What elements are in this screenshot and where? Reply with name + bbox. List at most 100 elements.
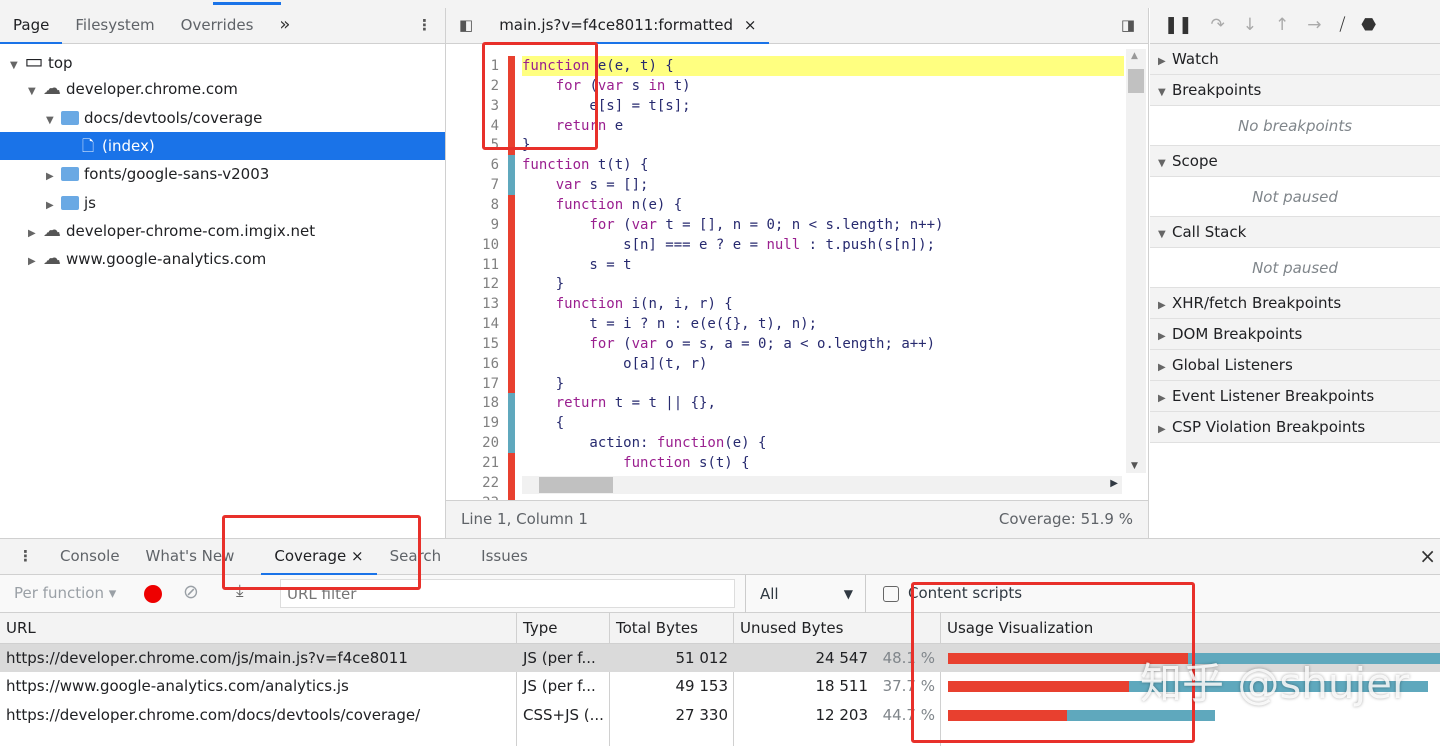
step-icon[interactable]: → (1299, 8, 1329, 44)
tree-item-label: (index) (102, 136, 155, 155)
line-number[interactable]: 15 (446, 334, 499, 354)
line-number[interactable]: 21 (446, 453, 499, 473)
folder-icon (60, 104, 80, 132)
tree-item[interactable]: ▼ ▭ top (0, 47, 445, 75)
tree-item[interactable]: ▼ docs/devtools/coverage (0, 104, 445, 132)
record-button[interactable] (144, 585, 162, 603)
code-text: s = t (522, 256, 632, 273)
tree-item[interactable]: ▶ ☁ www.google-analytics.com (0, 245, 445, 273)
tab-issues[interactable]: Issues (468, 539, 541, 575)
code-text: } (522, 276, 565, 293)
step-over-icon[interactable]: ↷ (1203, 8, 1233, 44)
line-number[interactable]: 10 (446, 235, 499, 255)
section-csp-violation-breakpoints[interactable]: ▶ CSP Violation Breakpoints (1150, 412, 1440, 443)
collapsed-arrow-icon[interactable]: ▶ (46, 192, 60, 220)
row-unused-bytes: 18 511 (815, 677, 869, 696)
tree-item-label: js (84, 193, 96, 212)
line-number[interactable]: 14 (446, 314, 499, 334)
unused-coverage-marker (508, 314, 515, 335)
line-number[interactable]: 8 (446, 195, 499, 215)
more-tabs-button[interactable]: » (266, 8, 303, 44)
collapsed-arrow-icon: ▶ (1158, 300, 1166, 311)
column-url[interactable]: URL (0, 613, 517, 643)
section-global-listeners[interactable]: ▶ Global Listeners (1150, 350, 1440, 381)
code-line: 15 for (var o = s, a = 0; a < o.length; … (446, 333, 1126, 354)
line-number[interactable]: 9 (446, 215, 499, 235)
tree-item-label: www.google-analytics.com (66, 250, 267, 269)
column-type[interactable]: Type (517, 613, 610, 643)
line-number[interactable]: 18 (446, 393, 499, 413)
more-options-icon[interactable]: ⋮ (404, 8, 445, 44)
line-number[interactable]: 12 (446, 274, 499, 294)
line-number[interactable]: 20 (446, 433, 499, 453)
section-scope[interactable]: ▼ Scope (1150, 146, 1440, 177)
tree-item[interactable]: ▶ fonts/google-sans-v2003 (0, 160, 445, 188)
row-total-bytes: 27 330 (675, 705, 729, 724)
line-number[interactable]: 13 (446, 294, 499, 314)
section-dom-breakpoints[interactable]: ▶ DOM Breakpoints (1150, 319, 1440, 350)
tree-item[interactable]: ▶ js (0, 189, 445, 217)
tab-filesystem[interactable]: Filesystem (62, 8, 167, 44)
close-tab-icon[interactable]: × (744, 16, 757, 34)
collapsed-arrow-icon: ▶ (1158, 56, 1166, 67)
pause-icon[interactable]: ❚❚ (1156, 8, 1201, 44)
code-text: var s = []; (555, 177, 649, 194)
step-out-icon[interactable]: ↑ (1267, 8, 1297, 44)
code-text: t = i ? n : e(e({}, t), n); (522, 316, 818, 333)
section-breakpoints[interactable]: ▼ Breakpoints (1150, 75, 1440, 106)
row-url: https://developer.chrome.com/js/main.js?… (6, 649, 408, 667)
tab-overrides[interactable]: Overrides (168, 8, 267, 44)
code-text: s[n] === e ? e = null : t.push(s[n]); (522, 236, 936, 253)
section-watch[interactable]: ▶ Watch (1150, 44, 1440, 75)
line-number[interactable]: 6 (446, 155, 499, 175)
vertical-scrollbar[interactable]: ▲ ▼ (1126, 49, 1146, 473)
type-filter-select[interactable]: All ▼ (745, 575, 866, 613)
line-number[interactable]: 17 (446, 374, 499, 394)
horizontal-scrollbar[interactable]: ▶ (522, 476, 1122, 494)
section-xhr-fetch-breakpoints[interactable]: ▶ XHR/fetch Breakpoints (1150, 288, 1440, 319)
line-number[interactable]: 7 (446, 175, 499, 195)
clear-icon[interactable]: ⊘ (183, 581, 199, 603)
deactivate-breakpoints-icon[interactable]: ⧸ (1332, 8, 1354, 44)
collapsed-arrow-icon[interactable]: ▶ (28, 220, 42, 248)
code-line: 8 function n(e) { (446, 194, 1126, 215)
column-unused-bytes[interactable]: Unused Bytes (734, 613, 941, 643)
tree-item[interactable]: 🗋 (index) (0, 131, 445, 160)
coverage-toolbar: Per function ▾ ⊘ ⤓ All▼ Content scripts (0, 575, 1440, 613)
coverage-type-select[interactable]: Per function ▾ (14, 584, 116, 602)
toggle-navigator-icon[interactable]: ◧ (446, 8, 486, 44)
tree-item[interactable]: ▼ ☁ developer.chrome.com (0, 75, 445, 103)
drawer-menu-icon[interactable]: ⋮ (0, 539, 47, 575)
expanded-arrow-icon[interactable]: ▼ (28, 78, 42, 106)
line-number[interactable]: 19 (446, 413, 499, 433)
row-total-bytes: 51 012 (675, 649, 729, 667)
row-type: JS (per f... (523, 677, 596, 696)
line-number[interactable]: 11 (446, 255, 499, 275)
editor-status-bar: Line 1, Column 1 Coverage: 51.9 % (446, 500, 1148, 538)
content-scripts-checkbox[interactable] (883, 586, 899, 602)
expanded-arrow-icon: ▼ (1158, 229, 1166, 240)
collapsed-arrow-icon[interactable]: ▶ (28, 248, 42, 276)
section-event-listener-breakpoints[interactable]: ▶ Event Listener Breakpoints (1150, 381, 1440, 412)
section-label: Breakpoints (1172, 81, 1262, 99)
column-total-bytes[interactable]: Total Bytes (610, 613, 734, 643)
tab-main-js[interactable]: main.js?v=f4ce8011:formatted × (486, 8, 770, 44)
collapsed-arrow-icon[interactable]: ▶ (46, 163, 60, 191)
row-unused-bytes: 24 547 (815, 649, 869, 667)
line-number[interactable]: 16 (446, 354, 499, 374)
step-into-icon[interactable]: ↓ (1235, 8, 1265, 44)
pause-on-exceptions-icon[interactable]: ⬣ (1355, 8, 1382, 44)
toggle-debugger-icon[interactable]: ◨ (1108, 8, 1148, 44)
tab-page[interactable]: Page (0, 8, 63, 44)
tree-item[interactable]: ▶ ☁ developer-chrome-com.imgix.net (0, 217, 445, 245)
expanded-arrow-icon[interactable]: ▼ (46, 107, 60, 135)
close-drawer-icon[interactable]: × (1419, 539, 1440, 575)
code-text: function s(t) { (623, 455, 750, 471)
coverage-drawer: ⋮ Console What's New Coverage × Search I… (0, 538, 1440, 746)
cloud-icon: ☁ (43, 219, 61, 241)
tab-console[interactable]: Console (47, 539, 133, 575)
section-call-stack[interactable]: ▼ Call Stack (1150, 217, 1440, 248)
expanded-arrow-icon: ▼ (1158, 158, 1166, 169)
cursor-position: Line 1, Column 1 (461, 510, 588, 528)
line-number[interactable]: 22 (446, 473, 499, 493)
